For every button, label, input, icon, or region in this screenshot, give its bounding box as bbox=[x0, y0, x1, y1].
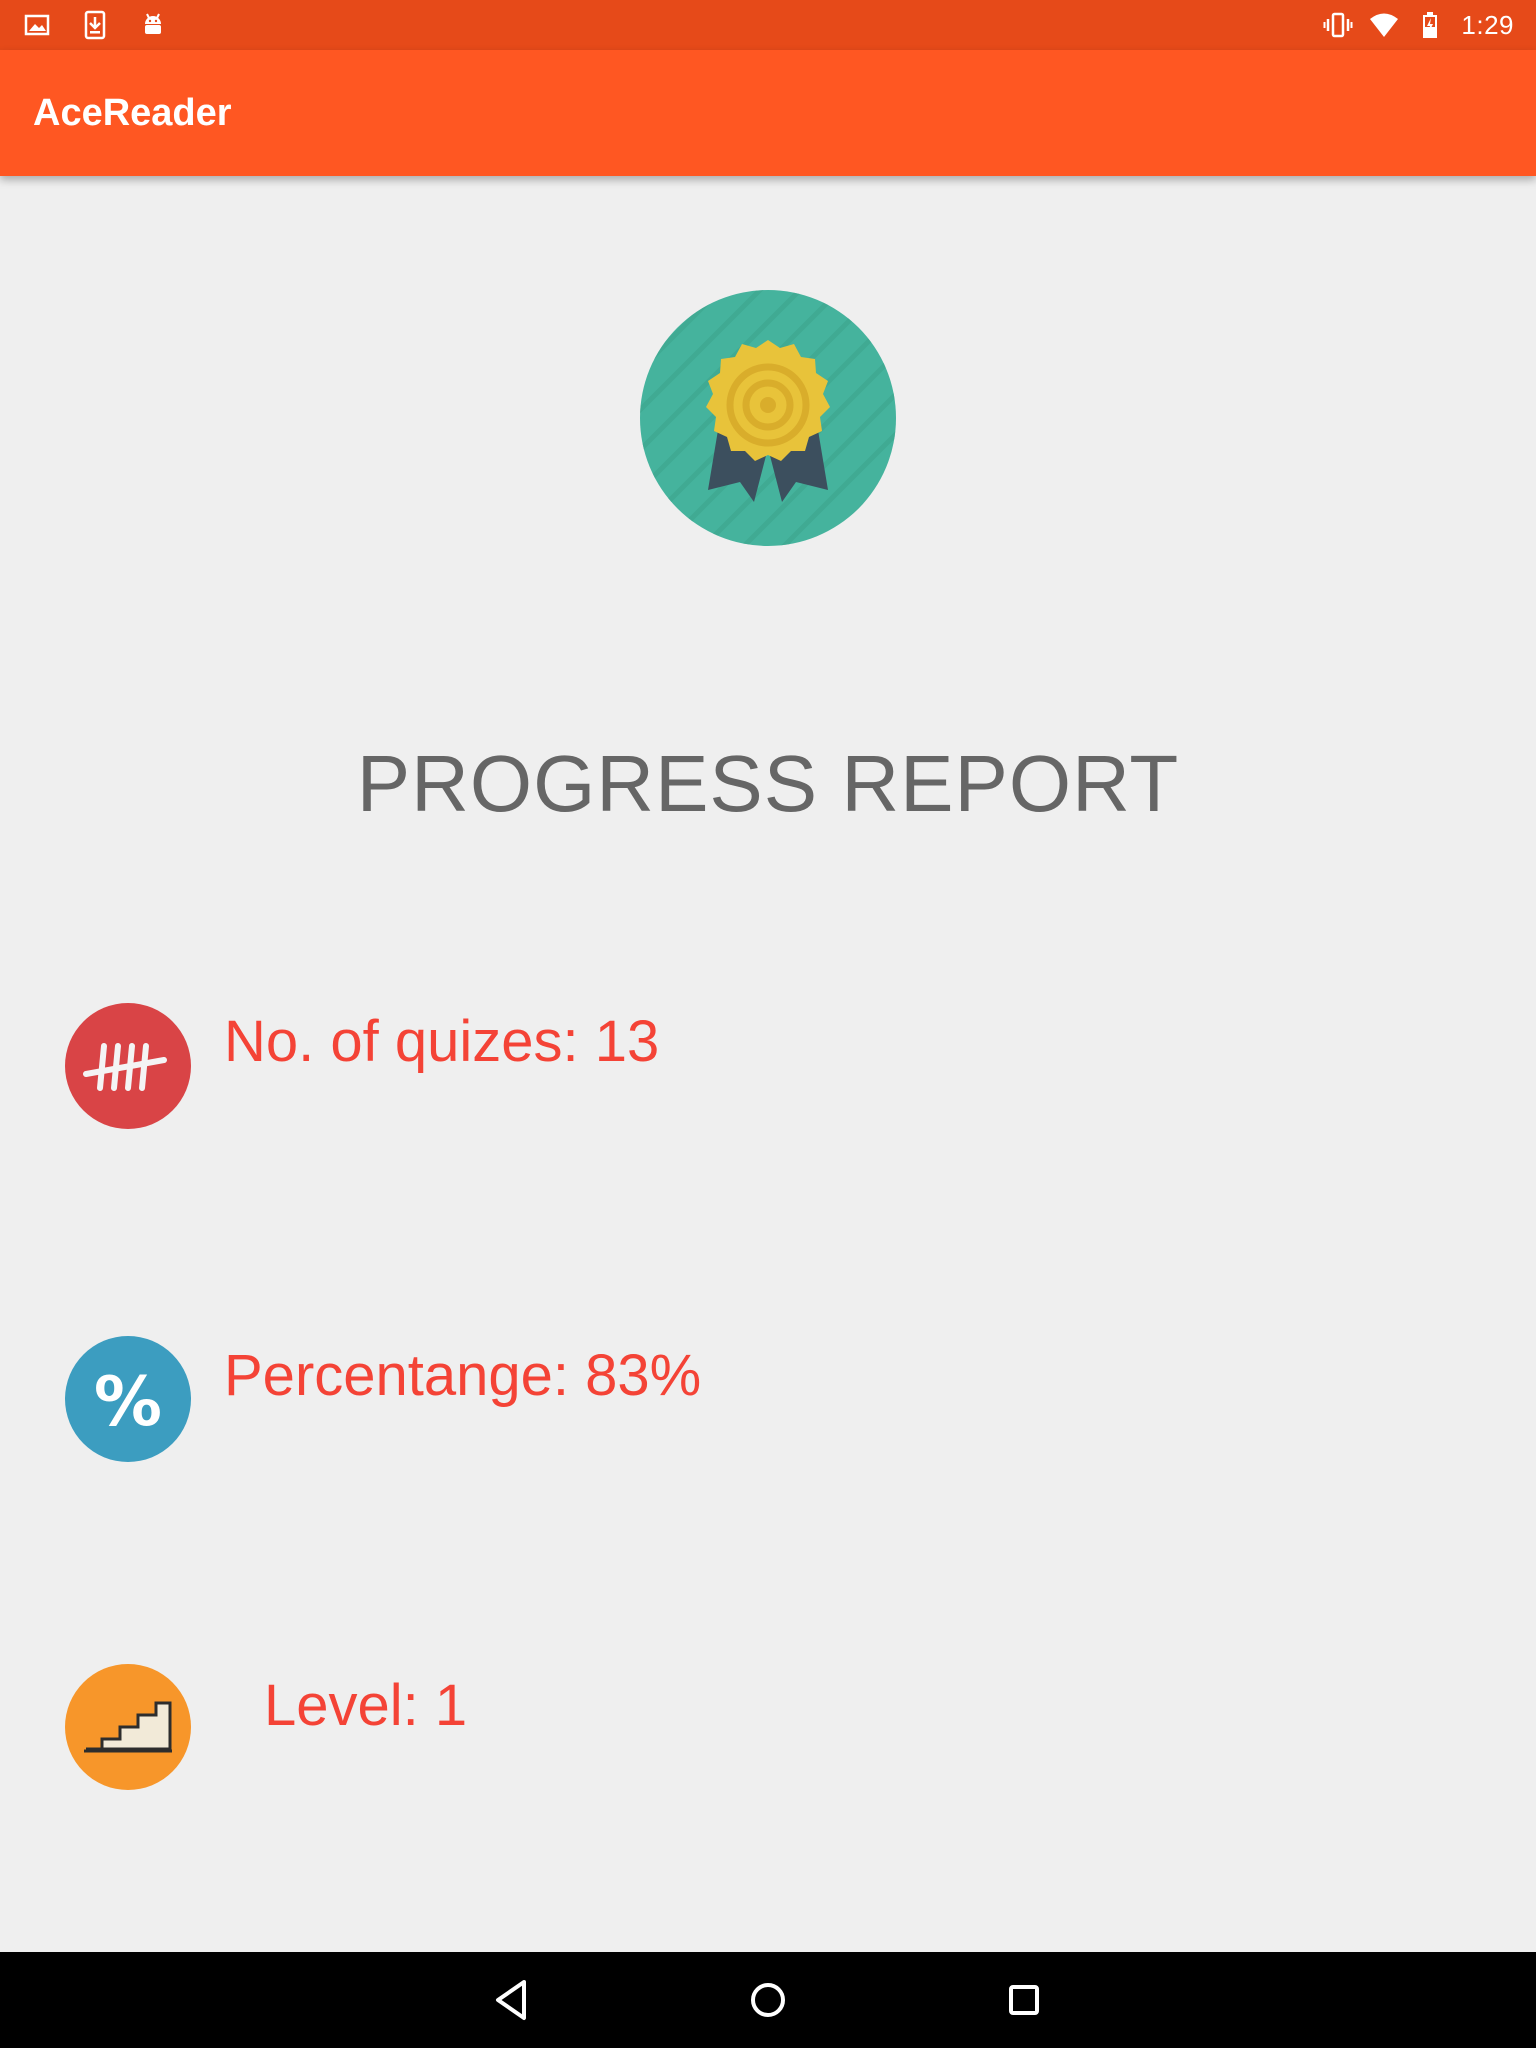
page-title: PROGRESS REPORT bbox=[356, 739, 1180, 828]
status-clock: 1:29 bbox=[1461, 9, 1514, 40]
svg-text:%: % bbox=[94, 1363, 162, 1442]
app-title: AceReader bbox=[33, 92, 232, 134]
wifi-icon bbox=[1370, 13, 1399, 37]
recents-icon[interactable] bbox=[996, 1972, 1052, 2028]
navigation-bar bbox=[0, 1952, 1536, 2048]
home-icon[interactable] bbox=[740, 1972, 796, 2028]
stat-quiz-count: No. of quizes: 13 bbox=[224, 1009, 660, 1074]
stairs-icon bbox=[65, 1664, 191, 1790]
battery-icon bbox=[1423, 12, 1438, 38]
award-medal-icon bbox=[640, 290, 896, 546]
app-bar: AceReader bbox=[0, 50, 1536, 176]
percent-icon: % bbox=[65, 1336, 191, 1462]
stat-level: Level: 1 bbox=[264, 1673, 468, 1738]
stat-percentage: Percentange: 83% bbox=[224, 1343, 702, 1408]
status-bar: 1:29 bbox=[0, 0, 1536, 50]
status-right-icons: 1:29 bbox=[1323, 8, 1514, 42]
android-icon bbox=[145, 13, 161, 34]
tally-marks-icon bbox=[65, 1003, 191, 1129]
vibrate-icon bbox=[1323, 12, 1353, 38]
download-icon bbox=[84, 10, 106, 40]
gallery-icon bbox=[24, 14, 50, 36]
back-icon[interactable] bbox=[484, 1972, 540, 2028]
status-left-icons bbox=[22, 8, 168, 42]
